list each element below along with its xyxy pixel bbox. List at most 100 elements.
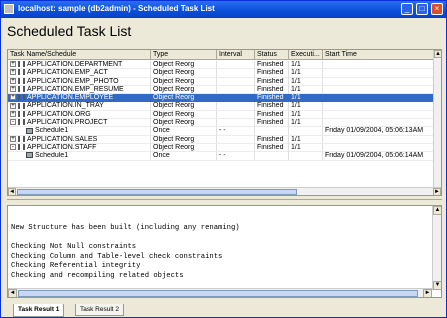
- column-header-type[interactable]: Type: [151, 50, 217, 60]
- type-cell: Object Reorg: [151, 119, 217, 128]
- type-cell: Once: [151, 127, 217, 136]
- grid-horizontal-scrollbar[interactable]: ◄ ►: [8, 187, 441, 195]
- schedule-row[interactable]: Schedule1 Once - - Friday 01/09/2004, 05:06…: [8, 152, 435, 161]
- executions-cell-text: 1/1: [291, 85, 301, 93]
- interval-cell: - -: [217, 152, 255, 161]
- start-time-cell: [323, 94, 435, 103]
- task-row[interactable]: - APPLICATION.PROJECT Object Reorg Finished…: [8, 119, 435, 128]
- task-name-cell: + APPLICATION.SALES: [8, 135, 151, 144]
- task-row[interactable]: + APPLICATION.EMP_RESUME Object Reorg Finis…: [8, 85, 435, 95]
- output-line: New Structure has been built (including …: [11, 224, 240, 232]
- scroll-up-icon[interactable]: ▲: [434, 50, 441, 58]
- start-time-cell: [323, 119, 435, 128]
- type-cell: Object Reorg: [151, 102, 217, 111]
- task-row[interactable]: + APPLICATION.ORG Object Reorg Finished 1/1: [8, 110, 435, 120]
- status-cell-text: Finished: [257, 102, 284, 110]
- task-row[interactable]: + APPLICATION.DEPARTMENT Object Reorg Finis…: [8, 61, 435, 70]
- expand-icon[interactable]: +: [10, 135, 16, 142]
- expand-icon[interactable]: +: [10, 110, 16, 117]
- executions-cell-text: 1/1: [291, 94, 301, 102]
- column-header-interval[interactable]: Interval: [217, 50, 255, 60]
- output-scroll-left-icon[interactable]: ◄: [8, 289, 17, 297]
- column-header-status[interactable]: Status: [255, 50, 289, 60]
- executions-cell: 1/1: [289, 77, 323, 86]
- expand-icon[interactable]: +: [10, 102, 16, 109]
- start-time-cell: [323, 135, 435, 144]
- column-header-task-name[interactable]: Task Name/Schedule: [8, 50, 151, 60]
- type-cell: Object Reorg: [151, 61, 217, 70]
- type-cell-text: Object Reorg: [153, 135, 195, 143]
- status-cell: Finished: [255, 61, 289, 70]
- scroll-right-icon[interactable]: ►: [433, 188, 441, 195]
- task-name-cell-text: Schedule1: [35, 127, 69, 135]
- tab-task-result-1[interactable]: Task Result 1: [13, 304, 65, 317]
- table-icon: [18, 135, 25, 142]
- schedule-row[interactable]: Schedule1 Once - - Friday 01/09/2004, 05:06…: [8, 127, 435, 136]
- status-cell-text: Finished: [257, 110, 284, 118]
- minimize-icon[interactable]: _: [401, 3, 413, 15]
- task-row[interactable]: - APPLICATION.STAFF Object Reorg Finished 1/…: [8, 143, 435, 153]
- title-bar[interactable]: localhost: sample (db2admin) - Scheduled…: [1, 1, 446, 18]
- type-cell-text: Once: [153, 152, 170, 160]
- grid-header: Task Name/Schedule Type Interval Status …: [8, 50, 435, 60]
- column-header-executions[interactable]: Executi...: [289, 50, 323, 60]
- output-scroll-right-icon[interactable]: ►: [423, 289, 432, 297]
- type-cell: Once: [151, 152, 217, 161]
- schedule-icon: [26, 152, 33, 159]
- type-cell: Object Reorg: [151, 110, 217, 120]
- type-cell-text: Once: [153, 127, 170, 135]
- task-name-cell: + APPLICATION.EMP_PHOTO: [8, 77, 151, 86]
- expand-icon[interactable]: +: [10, 94, 16, 101]
- task-name-cell: + APPLICATION.DEPARTMENT: [8, 61, 151, 70]
- task-row[interactable]: + APPLICATION.IN_TRAY Object Reorg Finished…: [8, 102, 435, 111]
- type-cell-text: Object Reorg: [153, 85, 195, 93]
- maximize-icon[interactable]: □: [416, 3, 428, 15]
- start-time-cell: Friday 01/09/2004, 05:06:13AM: [323, 127, 435, 136]
- task-name-cell-text: APPLICATION.EMP_ACT: [27, 69, 108, 77]
- expand-icon[interactable]: +: [10, 69, 16, 76]
- task-row[interactable]: + APPLICATION.EMP_PHOTO Object Reorg Finish…: [8, 77, 435, 86]
- page-title: Scheduled Task List: [7, 23, 132, 39]
- collapse-icon[interactable]: -: [10, 119, 16, 126]
- task-output-panel[interactable]: New Structure has been built (including …: [7, 205, 442, 298]
- start-time-cell: [323, 85, 435, 95]
- expand-icon[interactable]: +: [10, 77, 16, 84]
- grid-vertical-scrollbar[interactable]: ▲: [433, 50, 441, 188]
- executions-cell: 1/1: [289, 85, 323, 95]
- start-time-cell: [323, 143, 435, 153]
- scheduled-task-list-window: localhost: sample (db2admin) - Scheduled…: [0, 0, 447, 318]
- panel-splitter[interactable]: [7, 199, 442, 203]
- task-row[interactable]: + APPLICATION.EMP_ACT Object Reorg Finished…: [8, 69, 435, 78]
- type-cell: Object Reorg: [151, 69, 217, 78]
- output-horizontal-scroll-thumb[interactable]: [18, 290, 418, 297]
- task-name-cell-text: APPLICATION.IN_TRAY: [27, 102, 104, 110]
- table-icon: [18, 102, 25, 109]
- expand-icon[interactable]: +: [10, 61, 16, 68]
- executions-cell: [289, 152, 323, 161]
- column-header-start-time[interactable]: Start Time: [323, 50, 435, 60]
- output-scroll-up-icon[interactable]: ▲: [433, 206, 441, 215]
- scroll-left-icon[interactable]: ◄: [8, 188, 16, 195]
- status-cell-text: Finished: [257, 85, 284, 93]
- task-row[interactable]: + APPLICATION.SALES Object Reorg Finished 1/…: [8, 135, 435, 144]
- close-icon[interactable]: ×: [431, 3, 443, 15]
- executions-cell-text: 1/1: [291, 61, 301, 68]
- task-name-cell: + APPLICATION.EMP_ACT: [8, 69, 151, 78]
- tab-task-result-2[interactable]: Task Result 2: [75, 304, 125, 316]
- grid-horizontal-scroll-thumb[interactable]: [17, 189, 297, 195]
- output-horizontal-scrollbar[interactable]: ◄ ►: [8, 288, 432, 297]
- start-time-cell: [323, 69, 435, 78]
- type-cell-text: Object Reorg: [153, 143, 195, 151]
- task-row[interactable]: + APPLICATION.EMPLOYEE Object Reorg Finishe…: [8, 94, 435, 103]
- interval-cell: [217, 94, 255, 103]
- expand-icon[interactable]: +: [10, 86, 16, 93]
- status-cell-text: Finished: [257, 119, 284, 127]
- status-cell: Finished: [255, 135, 289, 144]
- table-icon: [18, 119, 25, 126]
- output-scroll-down-icon[interactable]: ▼: [433, 281, 441, 290]
- status-cell-text: Finished: [257, 61, 284, 68]
- executions-cell: [289, 127, 323, 136]
- status-cell-text: Finished: [257, 69, 284, 77]
- output-vertical-scrollbar[interactable]: ▲ ▼: [432, 206, 441, 290]
- collapse-icon[interactable]: -: [10, 144, 16, 151]
